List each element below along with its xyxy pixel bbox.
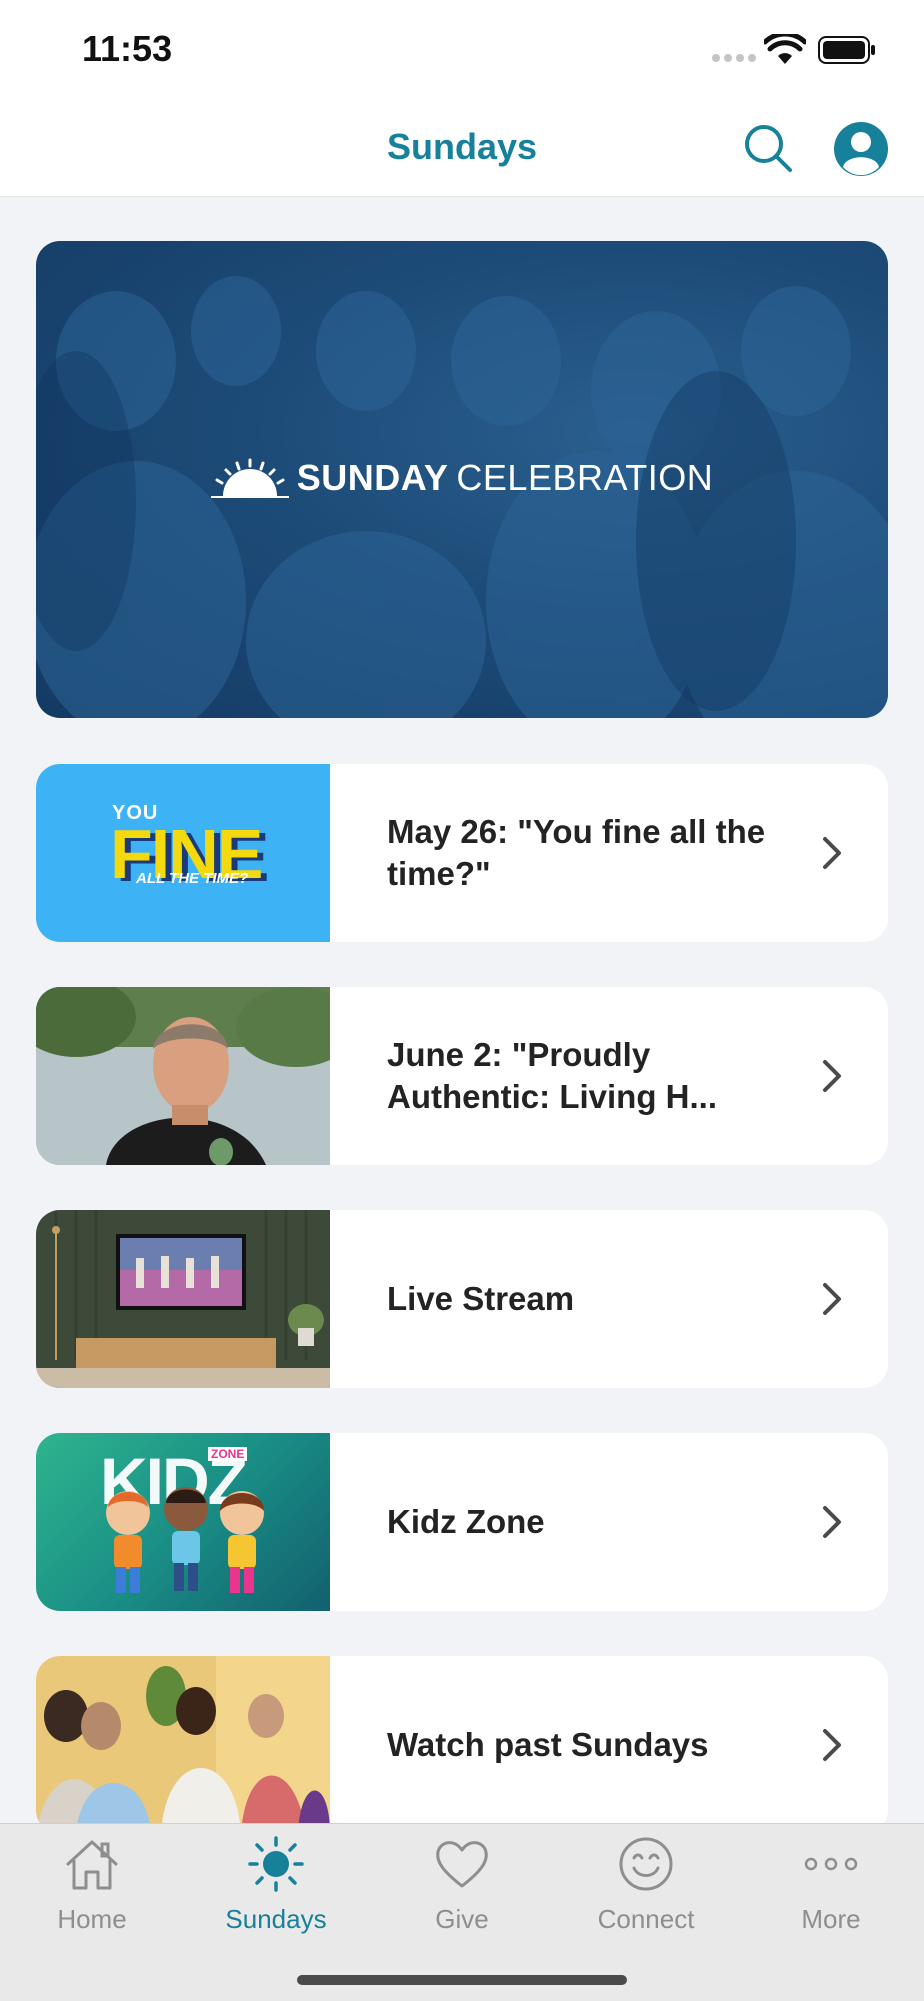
tab-more[interactable]: More xyxy=(746,1824,916,1944)
battery-icon xyxy=(818,36,875,64)
hero-title-light: CELEBRATION xyxy=(456,457,714,498)
congregation-photo-thumbnail xyxy=(36,1656,330,1834)
thumb-text-bottom: ALL THE TIME? xyxy=(136,870,249,887)
tab-connect[interactable]: Connect xyxy=(561,1824,731,1944)
hero-title-bold: SUNDAY xyxy=(296,457,449,498)
home-icon xyxy=(66,1840,118,1890)
tab-label: Sundays xyxy=(225,1904,327,1934)
kids-illustration xyxy=(106,1487,264,1593)
tab-label: More xyxy=(801,1904,861,1934)
wifi-icon xyxy=(764,34,806,64)
chevron-right-icon xyxy=(823,1283,841,1315)
tab-home[interactable]: Home xyxy=(7,1824,177,1944)
tab-label: Home xyxy=(57,1904,127,1934)
nav-header: Sundays xyxy=(0,100,924,197)
search-icon[interactable] xyxy=(742,122,794,174)
list-item-label: June 2: "Proudly Authentic: Living H... xyxy=(387,1036,717,1115)
tab-sundays[interactable]: Sundays xyxy=(191,1824,361,1944)
chevron-right-icon xyxy=(823,1060,841,1092)
tab-give[interactable]: Give xyxy=(377,1824,547,1944)
profile-avatar-icon[interactable] xyxy=(834,122,888,176)
status-bar: 11:53 xyxy=(0,0,924,100)
you-fine-thumbnail: YOU FINE ALL THE TIME? xyxy=(36,764,330,942)
speaker-video-thumbnail xyxy=(36,987,330,1165)
list-item-live-stream[interactable]: Live Stream xyxy=(36,1210,888,1388)
list-item-label: May 26: "You fine all the time?" xyxy=(387,813,766,892)
status-time: 11:53 xyxy=(82,28,173,69)
list-item-label: Live Stream xyxy=(387,1280,575,1317)
living-room-tv-thumbnail xyxy=(36,1210,330,1388)
chevron-right-icon xyxy=(823,1729,841,1761)
tab-label: Connect xyxy=(597,1904,695,1934)
chevron-right-icon xyxy=(823,837,841,869)
list-item-may-26[interactable]: YOU FINE ALL THE TIME? May 26: "You fine… xyxy=(36,764,888,942)
list-item-label: Kidz Zone xyxy=(387,1503,545,1540)
list-item-label: Watch past Sundays xyxy=(387,1726,709,1763)
tab-label: Give xyxy=(435,1904,489,1934)
list-item-watch-past-sundays[interactable]: Watch past Sundays xyxy=(36,1656,888,1834)
heart-icon xyxy=(436,1841,488,1888)
thumb-zone-badge: ZONE xyxy=(208,1447,248,1461)
kidz-zone-thumbnail: KIDZ ZONE xyxy=(36,1433,330,1611)
smile-icon xyxy=(619,1837,673,1891)
sunday-celebration-logo: SUNDAY CELEBRATION xyxy=(36,457,888,499)
chevron-right-icon xyxy=(823,1506,841,1538)
home-indicator[interactable] xyxy=(297,1975,627,1985)
hero-banner[interactable]: SUNDAY CELEBRATION xyxy=(36,241,888,718)
sunrise-icon xyxy=(210,458,289,498)
sun-icon xyxy=(248,1836,304,1892)
more-icon xyxy=(804,1857,858,1871)
list-item-june-2[interactable]: June 2: "Proudly Authentic: Living H... xyxy=(36,987,888,1165)
list-item-kidz-zone[interactable]: KIDZ ZONE Kidz Zone xyxy=(36,1433,888,1611)
cellular-signal-icon xyxy=(712,54,756,62)
